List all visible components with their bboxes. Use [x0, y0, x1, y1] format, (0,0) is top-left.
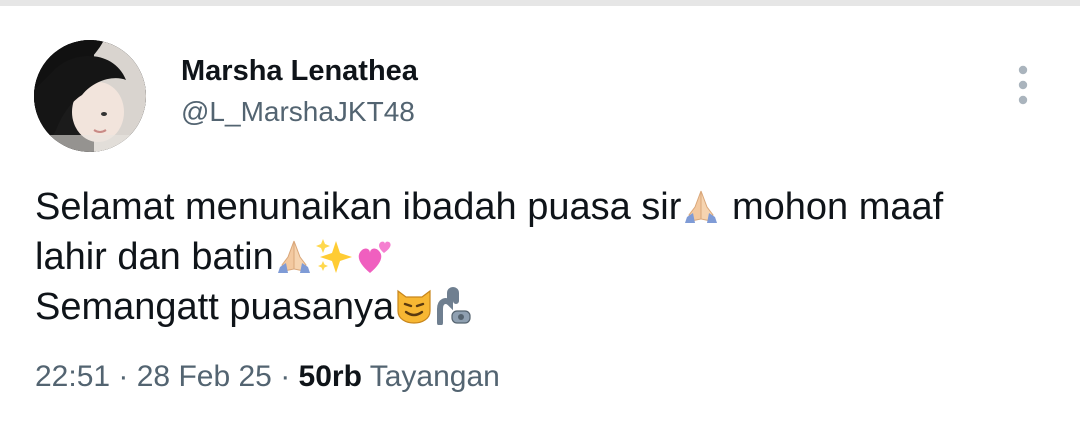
- two-hearts-emoji-icon: [354, 235, 394, 275]
- top-divider: [0, 0, 1080, 6]
- meta-separator: ·: [110, 360, 137, 393]
- tweet-line-1: Selamat menunaikan ibadah puasa sir moho…: [35, 182, 1055, 232]
- grinning-cat-emoji-icon: [394, 285, 434, 325]
- tweet-date[interactable]: 28 Feb 25: [137, 360, 272, 393]
- display-name[interactable]: Marsha Lenathea: [181, 55, 418, 88]
- tweet-text: Selamat menunaikan ibadah puasa sir moho…: [35, 182, 1055, 332]
- sparkles-emoji-icon: [314, 235, 354, 275]
- tweet-line-1-text: Selamat menunaikan ibadah puasa sir: [35, 186, 682, 228]
- tweet-line-3: Semangatt puasanya: [35, 282, 1055, 332]
- folded-hands-emoji-icon: [274, 235, 314, 275]
- tweet-line-1-tail: mohon maaf: [721, 186, 944, 228]
- avatar[interactable]: [34, 40, 146, 152]
- views-label[interactable]: Tayangan: [362, 360, 500, 393]
- meta-separator: ·: [271, 360, 299, 393]
- views-count[interactable]: 50rb: [299, 360, 362, 393]
- tweet-line-3-text: Semangatt puasanya: [35, 286, 395, 328]
- folded-hands-emoji-icon: [681, 185, 721, 225]
- tweet-line-2-text: lahir dan batin: [35, 236, 274, 278]
- more-options-button[interactable]: [1006, 62, 1040, 108]
- tweet-line-2: lahir dan batin: [35, 232, 1055, 282]
- tweet-time[interactable]: 22:51: [35, 360, 110, 393]
- vertical-ellipsis-icon: [1018, 65, 1028, 105]
- mechanical-arm-emoji-icon: [434, 285, 474, 325]
- tweet-meta: 22:51 · 28 Feb 25 · 50rb Tayangan: [35, 360, 500, 394]
- user-handle[interactable]: @L_MarshaJKT48: [181, 96, 415, 128]
- avatar-image: [34, 40, 146, 152]
